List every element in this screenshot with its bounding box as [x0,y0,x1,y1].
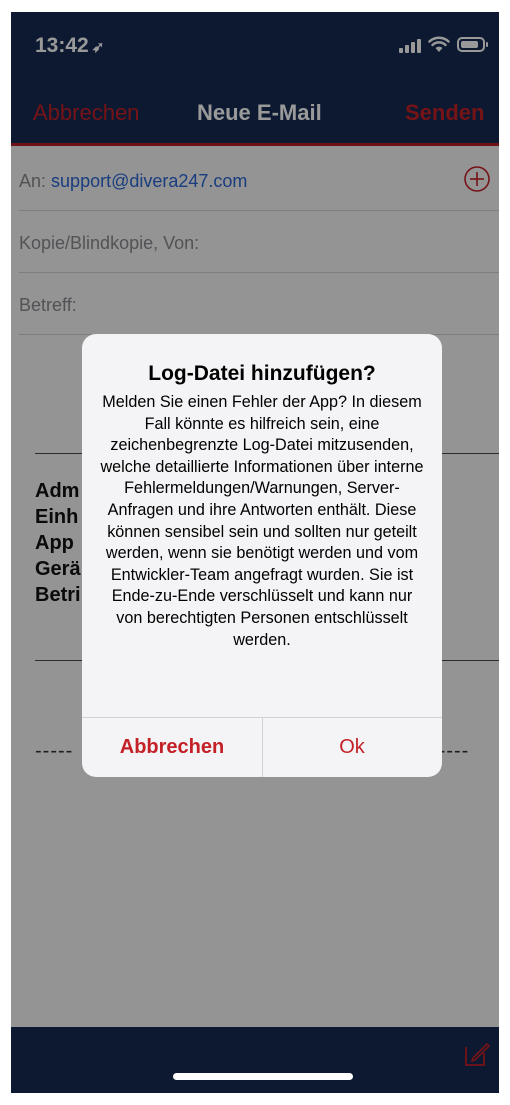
alert-cancel-button[interactable]: Abbrechen [82,717,262,777]
alert-ok-button[interactable]: Ok [262,717,442,777]
alert-title: Log-Datei hinzufügen? [148,362,376,385]
alert-message: Melden Sie einen Fehler der App? In dies… [100,393,424,649]
phone-screen: 13:42 ➶ Abbrechen Neue E-Mail Senden An: … [11,12,499,1093]
log-file-alert: Log-Datei hinzufügen? Melden Sie einen F… [82,334,442,777]
home-indicator[interactable] [173,1073,353,1080]
